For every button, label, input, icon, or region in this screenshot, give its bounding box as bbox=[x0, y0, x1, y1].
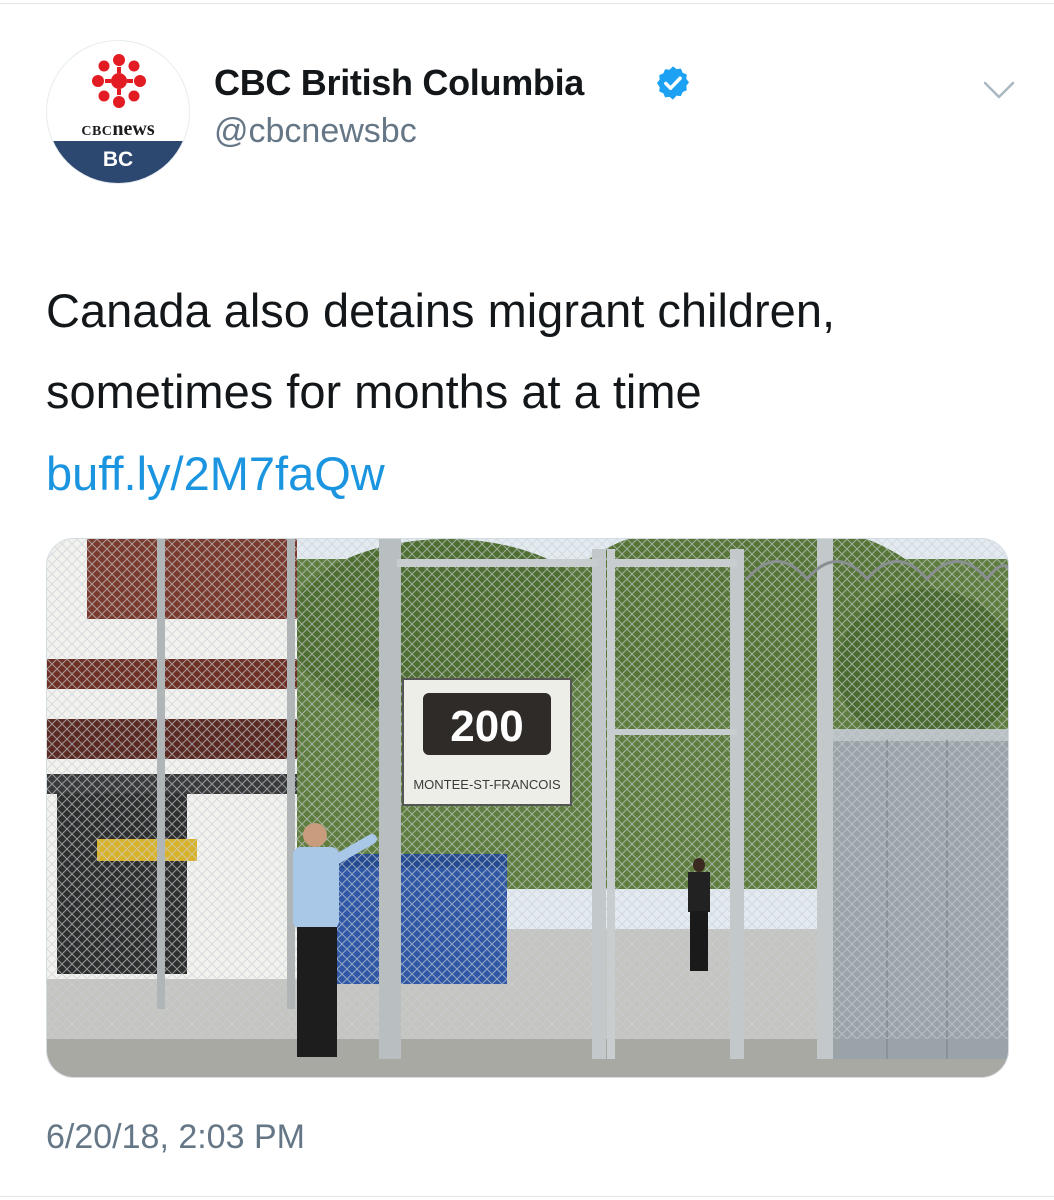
avatar-region-band: BC bbox=[47, 141, 189, 183]
top-divider bbox=[0, 3, 1054, 4]
wordmark-prefix: CBC bbox=[81, 124, 113, 139]
sign-street: MONTEE-ST-FRANCOIS bbox=[413, 777, 561, 792]
tweet-timestamp[interactable]: 6/20/18, 2:03 PM bbox=[46, 1118, 305, 1157]
wordmark-main: news bbox=[112, 118, 155, 140]
display-name[interactable]: CBC British Columbia bbox=[214, 62, 584, 104]
cbc-gem-icon bbox=[92, 54, 146, 108]
tweet-text-line: sometimes for months at a time bbox=[46, 365, 702, 418]
tweet-link[interactable]: buff.ly/2M7faQw bbox=[46, 446, 385, 501]
avatar[interactable]: CBCnews BC bbox=[46, 40, 190, 184]
tweet-photo[interactable]: 200 MONTEE-ST-FRANCOIS bbox=[46, 538, 1009, 1078]
account-handle[interactable]: @cbcnewsbc bbox=[214, 112, 417, 151]
tweet-text: Canada also detains migrant children, so… bbox=[46, 270, 1026, 432]
avatar-wordmark: CBCnews bbox=[47, 118, 189, 141]
bottom-divider bbox=[0, 1196, 1054, 1197]
tweet-text-line: Canada also detains migrant children, bbox=[46, 284, 836, 337]
verified-badge-icon bbox=[657, 66, 689, 100]
chevron-down-icon[interactable] bbox=[982, 78, 1016, 102]
detention-gate-photo: 200 MONTEE-ST-FRANCOIS bbox=[47, 539, 1008, 1077]
sign-number: 200 bbox=[450, 702, 523, 751]
